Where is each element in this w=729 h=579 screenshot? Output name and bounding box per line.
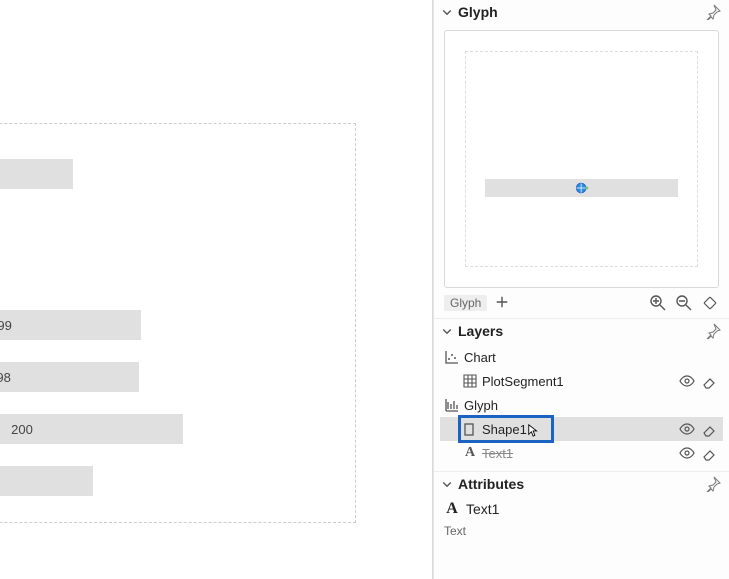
glyph-editor-canvas[interactable] bbox=[444, 30, 719, 288]
glyph-tag[interactable]: Glyph bbox=[444, 295, 487, 311]
right-side-panels: Glyph Glyph bbox=[433, 0, 729, 579]
erase-icon[interactable] bbox=[701, 421, 717, 437]
pin-icon[interactable] bbox=[705, 323, 721, 339]
layers-panel-title: Layers bbox=[458, 323, 705, 339]
layers-panel-header: Layers bbox=[434, 318, 729, 343]
attribute-section-text: Text bbox=[444, 524, 719, 538]
bar-5[interactable]: 167 bbox=[0, 466, 93, 496]
layer-item-chart[interactable]: Chart bbox=[440, 345, 723, 369]
layer-item-glyph[interactable]: Glyph bbox=[440, 393, 723, 417]
bar-3[interactable]: 198 bbox=[0, 362, 139, 392]
layer-item-plotsegment[interactable]: PlotSegment1 bbox=[440, 369, 723, 393]
layer-item-chart-label: Chart bbox=[464, 350, 496, 365]
attribute-text1-label: Text1 bbox=[466, 501, 499, 517]
glyph-icon bbox=[444, 397, 460, 413]
eye-icon[interactable] bbox=[679, 445, 695, 461]
fit-view-icon[interactable] bbox=[701, 294, 719, 312]
bar-2[interactable]: 199 bbox=[0, 310, 141, 340]
attributes-body: A Text1 Text bbox=[434, 496, 729, 544]
bar-0[interactable]: 158 bbox=[0, 159, 73, 189]
glyph-dashed-guide bbox=[465, 51, 698, 267]
rectangle-icon bbox=[462, 421, 478, 437]
eye-icon[interactable] bbox=[679, 373, 695, 389]
layer-item-plotsegment-label: PlotSegment1 bbox=[482, 374, 564, 389]
layer-item-text[interactable]: A Text1 bbox=[440, 441, 723, 465]
attribute-text1[interactable]: A Text1 bbox=[444, 500, 719, 518]
plus-icon[interactable] bbox=[495, 295, 511, 311]
layers-tree: Chart PlotSegment1 Glyph Shape1 bbox=[434, 343, 729, 471]
text-icon: A bbox=[462, 445, 478, 461]
chevron-down-icon[interactable] bbox=[440, 5, 454, 19]
attributes-panel-header: Attributes bbox=[434, 471, 729, 496]
chart-canvas[interactable]: 158 199 198 200 167 bbox=[0, 0, 433, 579]
glyph-toolbar: Glyph bbox=[434, 290, 729, 318]
zoom-out-icon[interactable] bbox=[675, 294, 693, 312]
text-icon: A bbox=[444, 500, 460, 518]
eye-icon[interactable] bbox=[679, 421, 695, 437]
layer-item-shape-label: Shape1 bbox=[482, 422, 527, 437]
erase-icon[interactable] bbox=[701, 445, 717, 461]
pin-icon[interactable] bbox=[705, 476, 721, 492]
bar-2-label: 199 bbox=[0, 318, 12, 333]
scatter-chart-icon bbox=[444, 349, 460, 365]
erase-icon[interactable] bbox=[701, 373, 717, 389]
plot-segment-bounds: 158 199 198 200 167 bbox=[0, 123, 356, 523]
cursor-icon bbox=[531, 421, 545, 437]
glyph-panel-title: Glyph bbox=[458, 4, 705, 20]
attributes-panel-title: Attributes bbox=[458, 476, 705, 492]
bar-4[interactable]: 200 bbox=[0, 414, 183, 444]
zoom-in-icon[interactable] bbox=[649, 294, 667, 312]
glyph-panel-header: Glyph bbox=[434, 0, 729, 24]
globe-icon bbox=[575, 181, 589, 195]
bar-3-label: 198 bbox=[0, 370, 11, 385]
chevron-down-icon[interactable] bbox=[440, 477, 454, 491]
chevron-down-icon[interactable] bbox=[440, 324, 454, 338]
bar-4-label: 200 bbox=[11, 422, 33, 437]
layer-item-glyph-label: Glyph bbox=[464, 398, 498, 413]
grid-icon bbox=[462, 373, 478, 389]
pin-icon[interactable] bbox=[705, 4, 721, 20]
layer-item-text-label: Text1 bbox=[482, 446, 513, 461]
layer-item-shape[interactable]: Shape1 bbox=[440, 417, 723, 441]
